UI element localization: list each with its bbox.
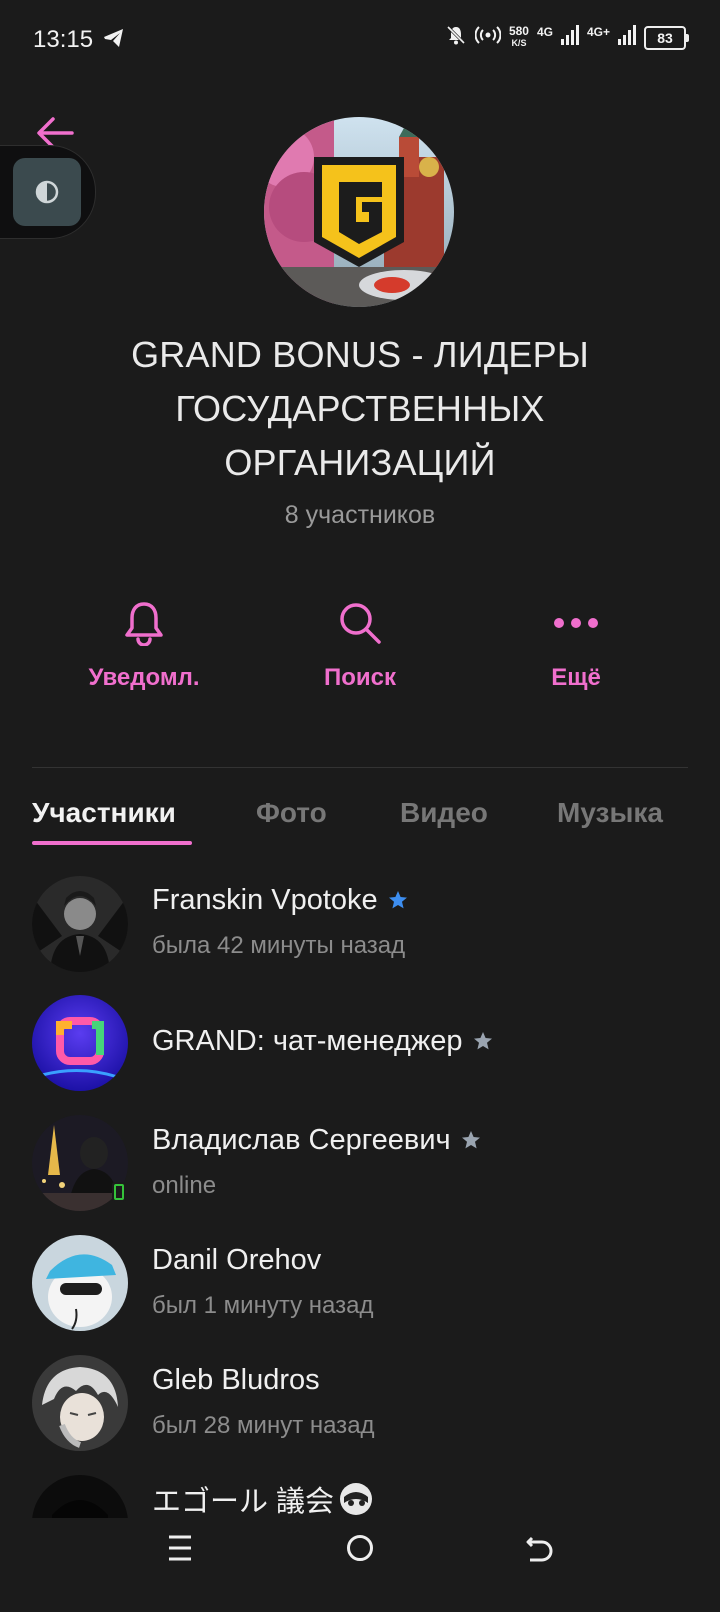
avatar bbox=[32, 876, 128, 972]
member-row[interactable]: Владислав Сергеевич online bbox=[0, 1112, 720, 1222]
battery-level: 83 bbox=[657, 29, 673, 46]
network-speed: 580 K/S bbox=[508, 24, 529, 49]
notifications-label: Уведомл. bbox=[88, 664, 200, 691]
active-tab-indicator bbox=[32, 841, 192, 845]
group-logo-image bbox=[264, 117, 454, 307]
search-button[interactable]: Поиск bbox=[260, 600, 460, 692]
system-nav-bar bbox=[0, 1502, 720, 1612]
group-avatar[interactable] bbox=[264, 117, 454, 307]
telegram-icon bbox=[103, 28, 125, 53]
hotspot-icon bbox=[474, 24, 502, 51]
speed-value: 580 bbox=[508, 24, 529, 38]
speed-unit: K/S bbox=[511, 38, 527, 48]
tab-videos[interactable]: Видео bbox=[400, 797, 488, 829]
menu-icon bbox=[169, 1535, 191, 1561]
tab-members[interactable]: Участники bbox=[32, 797, 176, 829]
menu-nav-button[interactable] bbox=[167, 1534, 193, 1567]
member-row[interactable]: Danil Orehov был 1 минуту назад bbox=[0, 1232, 720, 1342]
member-name: GRAND: чат-менеджер bbox=[152, 1025, 463, 1057]
tab-photos[interactable]: Фото bbox=[256, 797, 327, 829]
tab-music[interactable]: Музыка bbox=[557, 797, 663, 829]
member-name: Владислав Сергеевич bbox=[152, 1124, 451, 1156]
network-type-2: 4G+ bbox=[586, 24, 610, 39]
group-title: GRAND BONUS - ЛИДЕРЫ ГОСУДАРСТВЕННЫХ ОРГ… bbox=[131, 334, 589, 483]
member-status: online bbox=[152, 1172, 217, 1199]
floating-assistant-bubble[interactable] bbox=[0, 145, 96, 239]
member-name-0: Franskin Vpotoke bbox=[152, 884, 408, 918]
member-row[interactable]: GRAND: чат-менеджер bbox=[0, 992, 720, 1102]
more-button[interactable]: Ещё bbox=[476, 600, 676, 692]
admin-star-icon bbox=[388, 885, 408, 918]
member-name-2: Владислав Сергеевич bbox=[152, 1124, 481, 1158]
avatar bbox=[32, 1355, 128, 1451]
bell-icon bbox=[125, 602, 163, 646]
signal-icon bbox=[618, 25, 636, 50]
online-phone-indicator bbox=[112, 1182, 126, 1202]
search-label: Поиск bbox=[323, 664, 397, 691]
contrast-icon bbox=[35, 180, 59, 204]
back-nav-icon bbox=[526, 1536, 553, 1562]
admin-star-icon bbox=[473, 1026, 493, 1059]
battery-indicator: 83 bbox=[644, 25, 689, 50]
home-nav-button[interactable] bbox=[346, 1534, 374, 1567]
member-row[interactable]: Gleb Bludros был 28 минут назад bbox=[0, 1352, 720, 1462]
admin-star-icon bbox=[461, 1125, 481, 1158]
members-count: 8 участников bbox=[284, 501, 436, 529]
network-type-1: 4G bbox=[536, 24, 553, 39]
mute-bell-icon bbox=[445, 24, 467, 51]
avatar bbox=[32, 1235, 128, 1331]
status-bar: 13:15 580 K/S 4G 4G+ 83 bbox=[0, 0, 720, 80]
home-circle-icon bbox=[347, 1535, 373, 1561]
avatar bbox=[32, 995, 128, 1091]
more-icon bbox=[554, 618, 598, 628]
notifications-button[interactable]: Уведомл. bbox=[44, 600, 244, 692]
back-nav-button[interactable] bbox=[526, 1534, 554, 1567]
member-name: Franskin Vpotoke bbox=[152, 884, 378, 916]
member-name-3: Danil Orehov bbox=[152, 1244, 322, 1276]
member-status: был 1 минуту назад bbox=[152, 1292, 374, 1319]
member-status: была 42 минуты назад bbox=[152, 932, 406, 959]
contrast-toggle[interactable] bbox=[13, 158, 81, 226]
more-label: Ещё bbox=[551, 664, 601, 691]
search-icon bbox=[340, 603, 381, 644]
member-row[interactable]: Franskin Vpotoke была 42 минуты назад bbox=[0, 872, 720, 982]
member-name-4: Gleb Bludros bbox=[152, 1364, 320, 1396]
signal-icon bbox=[560, 25, 579, 50]
member-name-1: GRAND: чат-менеджер bbox=[152, 1025, 493, 1059]
member-status: был 28 минут назад bbox=[152, 1412, 375, 1439]
status-time: 13:15 bbox=[33, 26, 94, 53]
divider bbox=[32, 767, 688, 768]
